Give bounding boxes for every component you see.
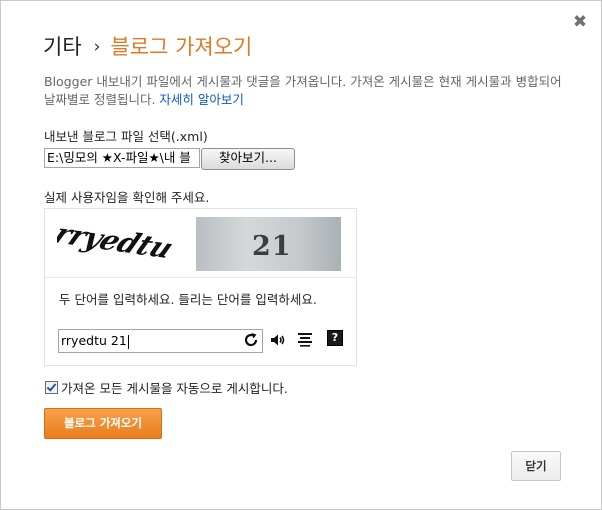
captcha-number-text: 21: [252, 231, 292, 262]
audio-icon[interactable]: [269, 331, 287, 349]
captcha-label: 실제 사용자임을 확인해 주세요.: [44, 190, 210, 205]
help-icon[interactable]: ?: [327, 330, 343, 346]
captcha-images: rryedtu 21: [45, 209, 356, 278]
captcha-word-image: rryedtu: [57, 217, 179, 265]
page-title: 블로그 가져오기: [110, 35, 253, 59]
captcha-widget: rryedtu 21 두 단어를 입력하세요. 들리는 단어를 입력하세요. r…: [44, 208, 357, 366]
description: Blogger 내보내기 파일에서 게시물과 댓글을 가져옵니다. 가져온 게시…: [44, 73, 564, 109]
text-cursor: [127, 334, 129, 349]
breadcrumb-separator: ›: [93, 37, 101, 57]
close-button[interactable]: 닫기: [511, 451, 561, 481]
breadcrumb: 기타 › 블로그 가져오기: [43, 31, 252, 61]
description-text: Blogger 내보내기 파일에서 게시물과 댓글을 가져옵니다. 가져온 게시…: [44, 74, 562, 107]
learn-more-link[interactable]: 자세히 알아보기: [159, 92, 243, 107]
file-select-label: 내보낸 블로그 파일 선택(.xml): [44, 129, 208, 144]
text-challenge-icon[interactable]: [297, 331, 313, 347]
autopost-option[interactable]: 가져온 모든 게시물을 자동으로 게시합니다.: [45, 378, 288, 397]
import-blog-button[interactable]: 블로그 가져오기: [44, 408, 162, 439]
import-blog-dialog: ✖ 기타 › 블로그 가져오기 Blogger 내보내기 파일에서 게시물과 댓글을…: [0, 0, 602, 510]
file-path-field[interactable]: E:\밍모의 ★X-파일★\내 블: [44, 148, 200, 168]
autopost-label[interactable]: 가져온 모든 게시물을 자동으로 게시합니다.: [61, 381, 288, 396]
captcha-input-value: rryedtu 21: [61, 333, 127, 348]
captcha-instruction: 두 단어를 입력하세요. 들리는 단어를 입력하세요.: [59, 292, 317, 307]
breadcrumb-root[interactable]: 기타: [43, 35, 82, 59]
reload-icon[interactable]: [243, 332, 259, 348]
close-icon[interactable]: ✖: [572, 13, 588, 31]
svg-text:rryedtu: rryedtu: [57, 217, 179, 265]
autopost-checkbox[interactable]: [45, 381, 58, 394]
captcha-number-image: 21: [196, 217, 341, 271]
captcha-input[interactable]: rryedtu 21: [58, 329, 263, 353]
browse-button[interactable]: 찾아보기...: [201, 148, 295, 170]
